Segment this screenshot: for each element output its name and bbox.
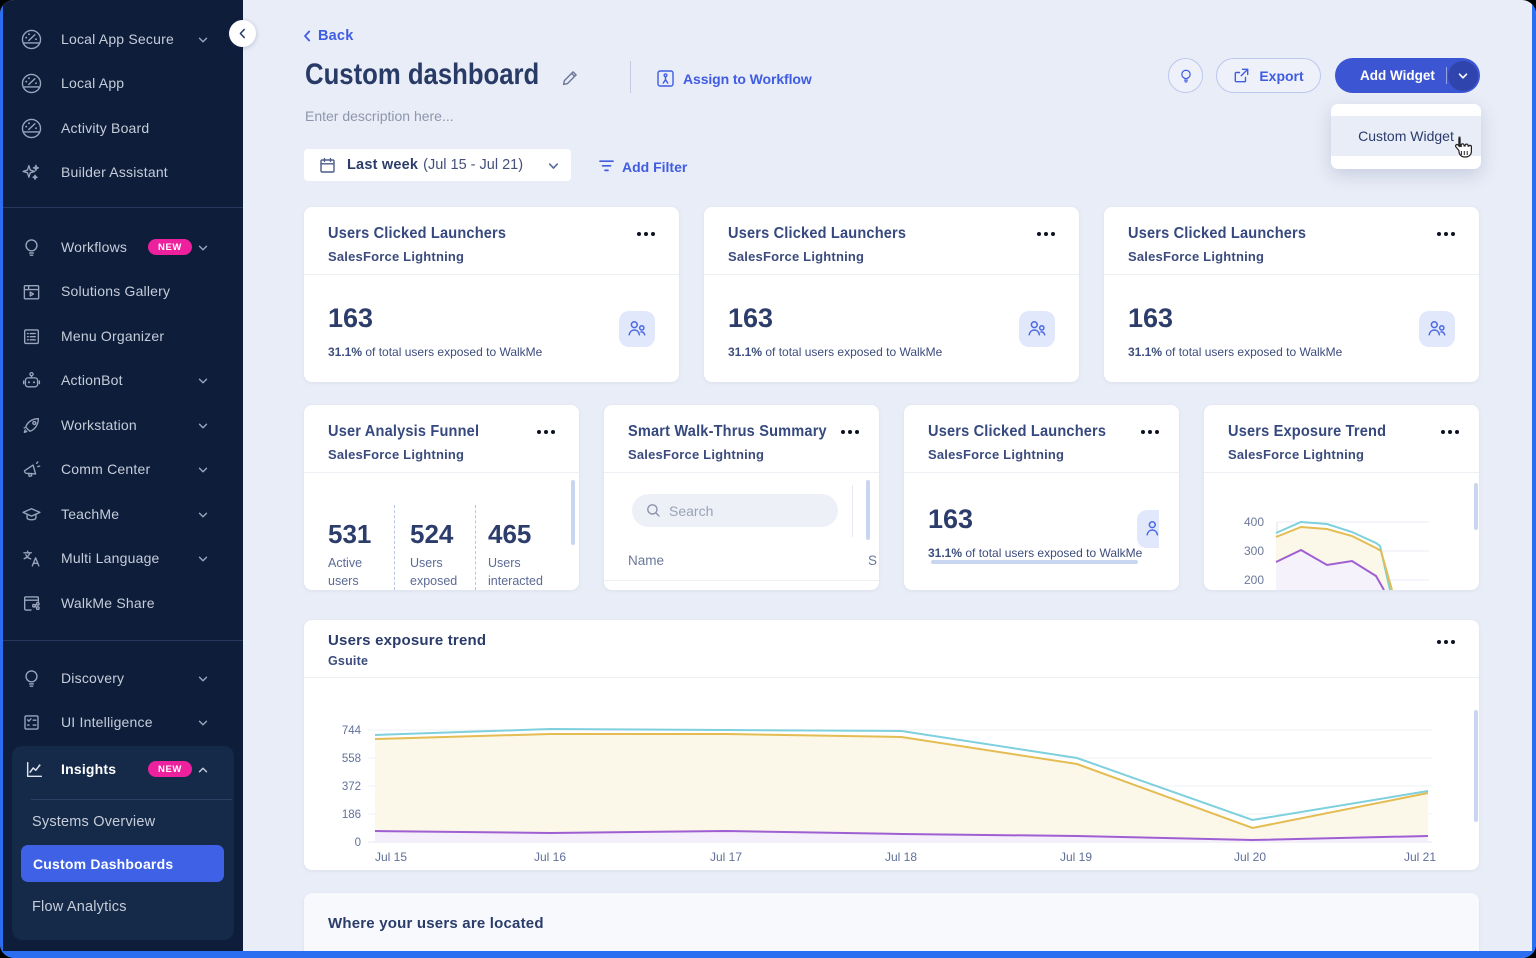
svg-text:Jul 17: Jul 17	[710, 850, 742, 864]
svg-text:744: 744	[342, 725, 362, 737]
svg-text:Jul 21: Jul 21	[1404, 850, 1436, 864]
svg-text:558: 558	[342, 753, 361, 765]
svg-text:300: 300	[1244, 544, 1264, 558]
svg-text:Jul 19: Jul 19	[1060, 850, 1092, 864]
svg-text:Jul 20: Jul 20	[1234, 850, 1266, 864]
svg-text:Jul 15: Jul 15	[375, 850, 407, 864]
svg-text:Jul 18: Jul 18	[885, 850, 917, 864]
svg-text:372: 372	[342, 781, 361, 793]
svg-text:0: 0	[355, 837, 361, 849]
svg-text:Jul 16: Jul 16	[534, 850, 566, 864]
svg-text:200: 200	[1244, 573, 1264, 587]
svg-text:400: 400	[1244, 515, 1264, 529]
svg-text:186: 186	[342, 809, 361, 821]
